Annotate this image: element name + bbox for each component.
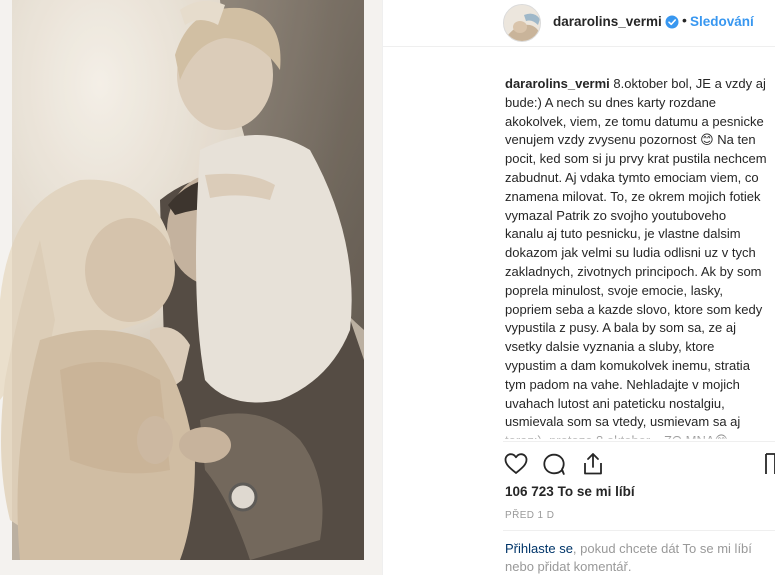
caption-text: 8.oktober bol, JE a vzdy aj bude:) A nec… — [505, 76, 767, 439]
panel-divider — [382, 0, 383, 575]
caption-username-link[interactable]: dararolins_vermi — [505, 76, 610, 91]
heart-icon[interactable] — [503, 451, 529, 477]
post-header: dararolins_vermi • Sledování — [383, 0, 775, 47]
likes-label: To se mi líbí — [557, 484, 635, 499]
likes-count[interactable]: 106 723 To se mi líbí — [505, 484, 635, 499]
login-prompt: Přihlaste se, pokud chcete dát To se mi … — [505, 540, 765, 576]
actions-divider — [503, 441, 775, 442]
verified-badge-icon — [665, 15, 679, 29]
post-timestamp: PŘED 1 D — [505, 510, 555, 521]
comment-icon[interactable] — [541, 451, 567, 477]
username-link[interactable]: dararolins_vermi — [553, 14, 662, 29]
login-link[interactable]: Přihlaste se — [505, 541, 573, 556]
avatar-image — [504, 5, 540, 41]
avatar[interactable] — [503, 4, 541, 42]
bookmark-icon[interactable] — [765, 451, 775, 477]
post-caption: dararolins_vermi 8.oktober bol, JE a vzd… — [505, 75, 767, 439]
separator-bullet: • — [682, 12, 687, 28]
comment-divider — [503, 530, 775, 531]
post-photo[interactable] — [0, 0, 382, 575]
likes-number: 106 723 — [505, 484, 554, 499]
follow-button[interactable]: Sledování — [690, 14, 754, 29]
share-icon[interactable] — [580, 451, 606, 477]
family-photo-illustration — [0, 0, 382, 575]
